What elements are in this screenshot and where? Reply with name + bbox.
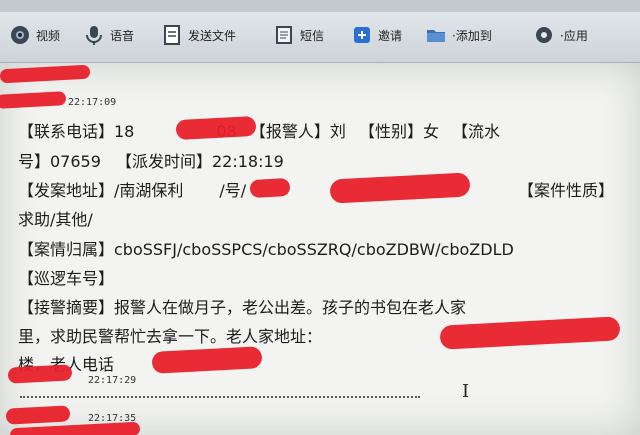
reporter-field: 【报警人】刘: [249, 122, 346, 141]
video-label: 视频: [36, 28, 61, 43]
voice-button[interactable]: 语音: [82, 20, 134, 50]
redaction-mark: [151, 346, 263, 374]
redaction-mark: [439, 316, 621, 350]
folder-icon: [427, 30, 445, 42]
patrol-car-field: 【巡逻车号】: [18, 269, 115, 288]
message-timestamp: 22:17:29: [88, 375, 137, 386]
text-cursor-icon: I: [462, 381, 470, 402]
chat-history[interactable]: 22:17:09 【联系电话】1808 【报警人】刘 【性别】女 【流水 号】0…: [0, 63, 640, 435]
message-line: 【发案地址】/南湖保利/号/: [18, 177, 246, 201]
case-type-value: 求助/其他/: [18, 210, 93, 229]
invite-label: 邀请: [378, 28, 403, 43]
redaction-mark: [249, 177, 291, 199]
chat-toolbar: 视频 语音 发送文件 短信 邀请 ·添加到 ·应用: [0, 0, 640, 63]
redaction-mark: [0, 64, 91, 84]
summary-field: 【接警摘要】报警人在做月子，老公出差。孩子的书包在老人家: [18, 298, 467, 317]
contact-phone-label: 【联系电话】18: [18, 122, 135, 141]
serial-label: 【流水: [452, 122, 501, 141]
apps-label: ·应用: [560, 28, 588, 43]
sms-button[interactable]: 短信: [272, 20, 324, 50]
apps-button[interactable]: ·应用: [532, 20, 588, 50]
redaction-mark: [9, 421, 141, 435]
redaction-mark: [7, 364, 73, 384]
send-file-label: 发送文件: [188, 28, 237, 43]
add-to-button[interactable]: ·添加到: [424, 20, 492, 50]
redaction-mark: [5, 405, 71, 425]
redaction-mark: [329, 172, 471, 204]
microphone-icon: [86, 26, 102, 45]
case-type-label: 【案件性质】: [518, 181, 615, 200]
case-belong-field: 【案情归属】cboSSFJ/cboSSPCS/cboSSZRQ/cboZDBW/…: [18, 240, 514, 259]
invite-icon: [354, 27, 370, 43]
redaction-mark: [0, 91, 67, 109]
message-line: 【联系电话】1808 【报警人】刘 【性别】女 【流水: [18, 118, 500, 142]
address-tail: /号/: [219, 181, 247, 200]
message-divider: [20, 396, 420, 398]
add-to-label: ·添加到: [452, 28, 492, 43]
serial-number: 号】07659: [18, 152, 101, 171]
voice-label: 语音: [110, 28, 135, 43]
redaction-mark: [175, 115, 257, 141]
menu-strip: [0, 0, 640, 12]
message-timestamp: 22:17:09: [68, 97, 117, 108]
invite-button[interactable]: 邀请: [350, 20, 402, 50]
message-line: 号】07659 【派发时间】22:18:19: [18, 148, 284, 172]
dispatch-time-field: 【派发时间】22:18:19: [116, 152, 284, 171]
document-icon: [164, 25, 180, 45]
sms-label: 短信: [300, 28, 325, 43]
notepad-icon: [276, 26, 292, 44]
video-button[interactable]: 视频: [8, 20, 60, 50]
send-file-button[interactable]: 发送文件: [160, 20, 236, 50]
video-camera-icon: [11, 26, 29, 44]
gear-icon: [536, 27, 552, 43]
gender-field: 【性别】女: [358, 122, 439, 141]
address-field: 【发案地址】/南湖保利: [18, 181, 184, 200]
summary-line: 里，求助民警帮忙去拿一下。老人家地址：: [18, 327, 323, 346]
